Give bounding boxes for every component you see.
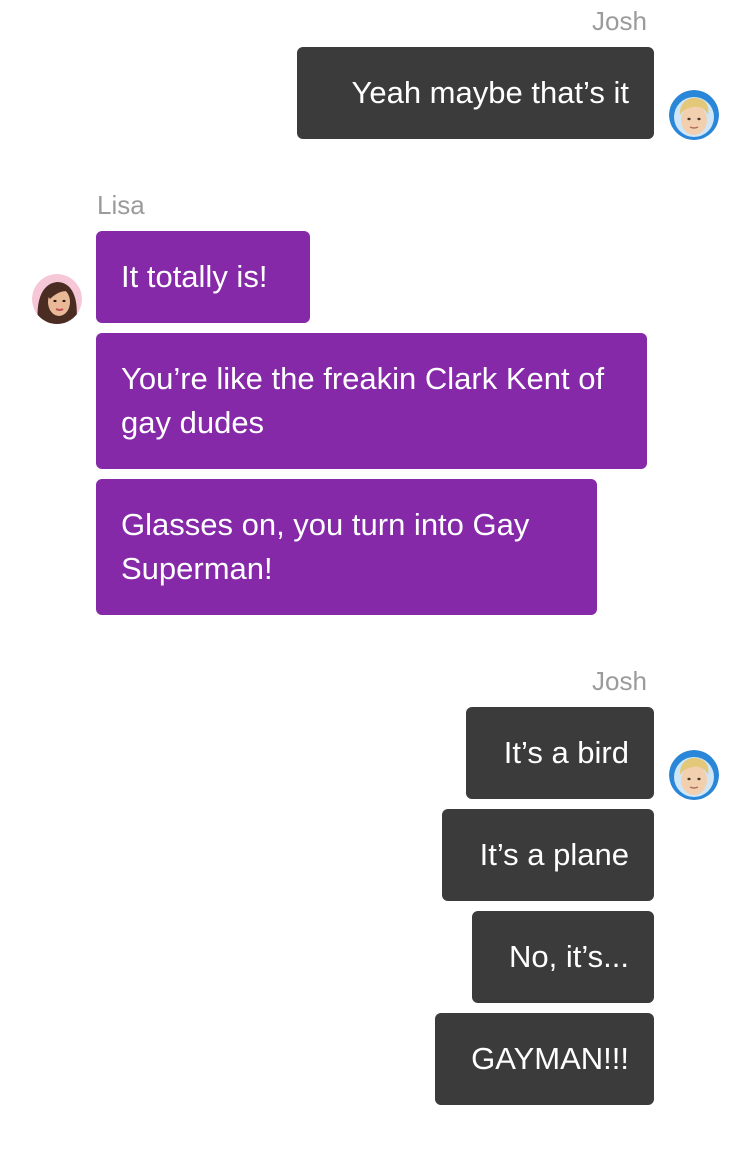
incoming-message-bubble[interactable]: You’re like the freakin Clark Kent of ga… bbox=[96, 333, 647, 469]
incoming-message-bubble[interactable]: It totally is! bbox=[96, 231, 310, 323]
josh-avatar-icon[interactable] bbox=[669, 90, 719, 140]
outgoing-message-bubble[interactable]: Yeah maybe that’s it bbox=[297, 47, 654, 139]
sender-name: Josh bbox=[592, 6, 647, 36]
lisa-avatar-icon[interactable] bbox=[32, 274, 82, 324]
josh-avatar-icon[interactable] bbox=[669, 750, 719, 800]
sender-name: Josh bbox=[592, 666, 647, 696]
outgoing-message-bubble[interactable]: It’s a plane bbox=[442, 809, 654, 901]
outgoing-message-bubble[interactable]: GAYMAN!!! bbox=[435, 1013, 654, 1105]
sender-name: Lisa bbox=[97, 190, 145, 220]
incoming-message-bubble[interactable]: Glasses on, you turn into Gay Superman! bbox=[96, 479, 597, 615]
outgoing-message-bubble[interactable]: No, it’s... bbox=[472, 911, 654, 1003]
outgoing-message-bubble[interactable]: It’s a bird bbox=[466, 707, 654, 799]
